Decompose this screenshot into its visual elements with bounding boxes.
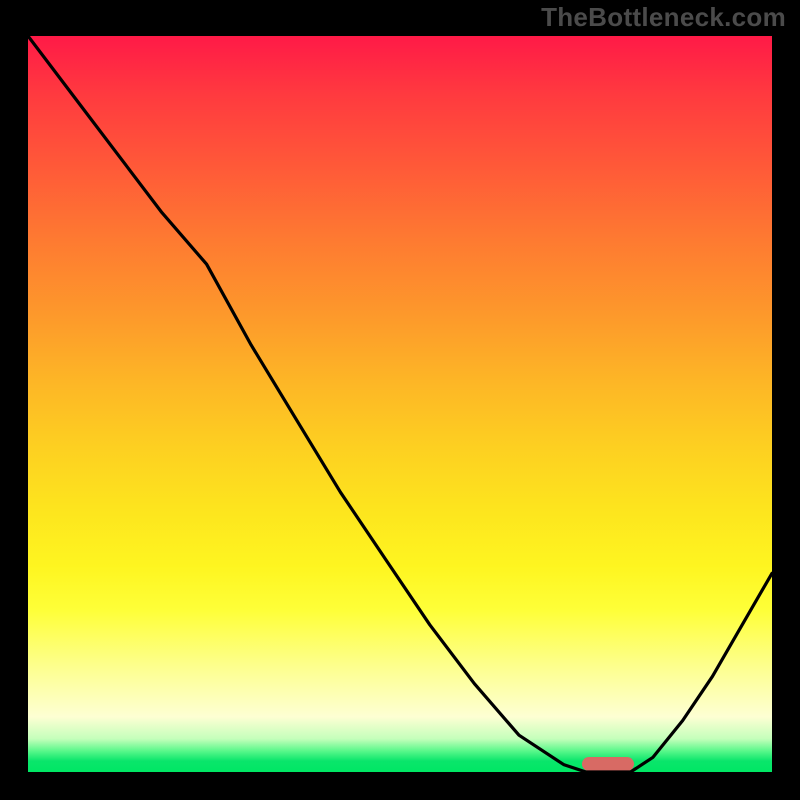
- curve-path: [28, 36, 772, 772]
- chart-frame: TheBottleneck.com: [0, 0, 800, 800]
- watermark-text: TheBottleneck.com: [541, 2, 786, 33]
- plot-area: [28, 36, 772, 772]
- bottleneck-curve: [28, 36, 772, 772]
